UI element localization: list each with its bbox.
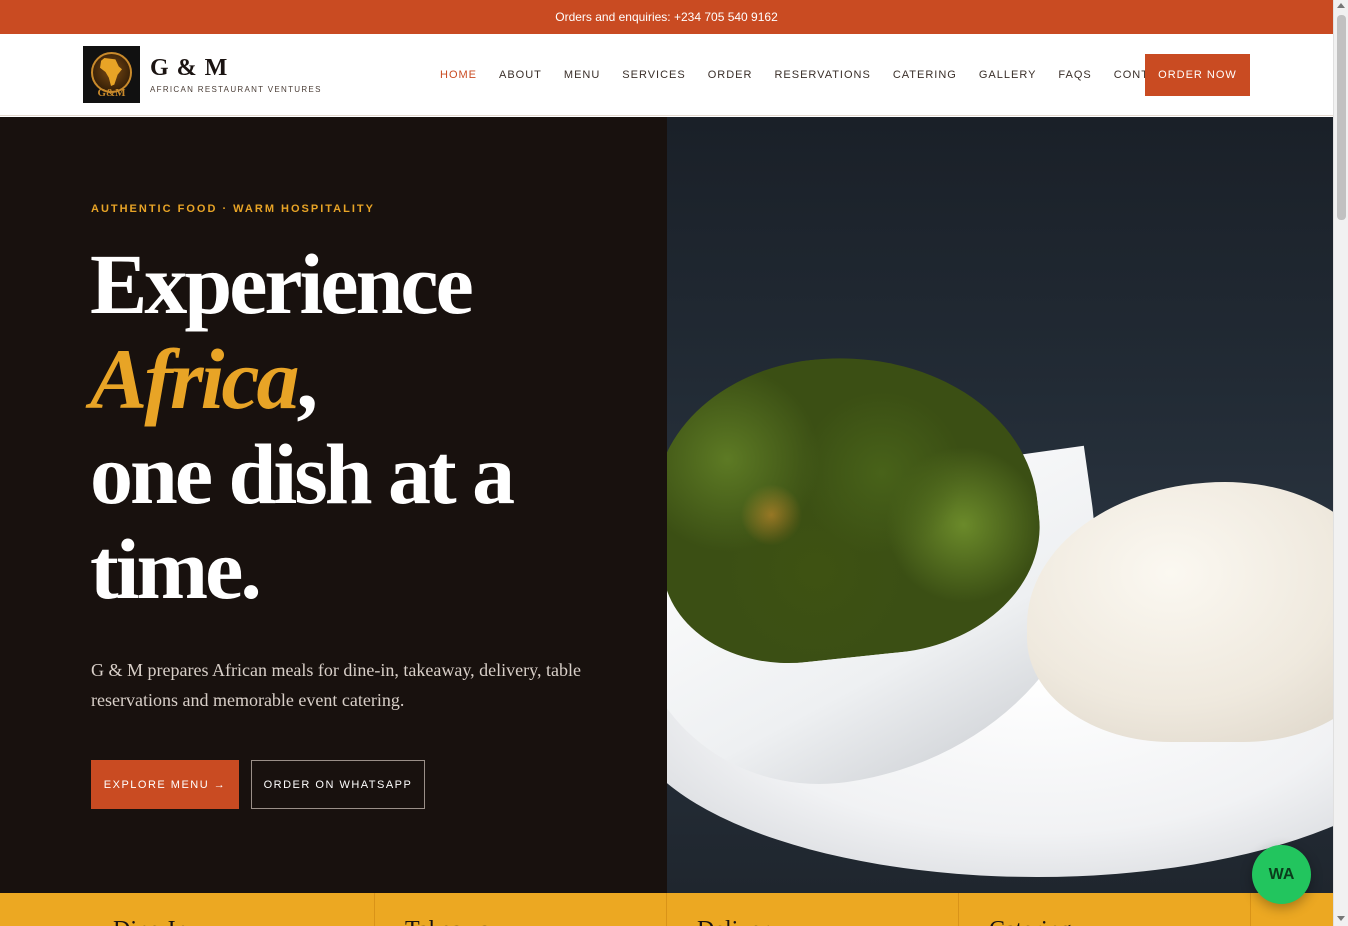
contact-phone-text: Orders and enquiries: +234 705 540 9162 [555,10,778,24]
page: Orders and enquiries: +234 705 540 9162 … [0,0,1333,926]
service-item-dine-in[interactable]: Dine-In [0,893,375,926]
logo-monogram: G&M [97,87,126,99]
services-strip: Dine-In Takeaway Delivery Catering [0,893,1333,926]
headline-line-4: time. [90,521,262,617]
nav-item-order[interactable]: ORDER [708,69,753,81]
site-header: G&M G & M AFRICAN RESTAURANT VENTURES HO… [0,34,1333,116]
nav-item-about[interactable]: ABOUT [499,69,542,81]
order-now-button[interactable]: ORDER NOW [1145,54,1250,96]
nav-item-home[interactable]: HOME [440,69,477,81]
hero-text-panel: AUTHENTIC FOOD · WARM HOSPITALITY Experi… [0,117,667,893]
headline-line-3: one dish at a [90,426,515,522]
brand-name: G & M [150,55,229,81]
headline-line-1: Experience [90,236,474,332]
logo-emblem-icon: G&M [83,46,140,103]
service-item-delivery[interactable]: Delivery [667,893,959,926]
main-nav: HOME ABOUT MENU SERVICES ORDER RESERVATI… [440,34,1195,116]
nav-item-menu[interactable]: MENU [564,69,600,81]
whatsapp-fab-button[interactable]: WA [1252,845,1311,904]
order-on-whatsapp-button[interactable]: ORDER ON WHATSAPP [251,760,425,809]
service-item-catering[interactable]: Catering [959,893,1251,926]
service-item-takeaway[interactable]: Takeaway [375,893,667,926]
scrollbar-thumb[interactable] [1337,15,1346,220]
nav-item-gallery[interactable]: GALLERY [979,69,1037,81]
page-scrollbar[interactable] [1333,0,1348,926]
top-announcement-bar: Orders and enquiries: +234 705 540 9162 [0,0,1333,34]
nav-item-services[interactable]: SERVICES [622,69,685,81]
hero-headline: Experience Africa, one dish at a time. [90,236,515,617]
scroll-up-arrow-icon[interactable] [1337,3,1345,8]
explore-menu-button[interactable]: EXPLORE MENU → [91,760,239,809]
hero-food-image [667,117,1333,893]
brand-tagline: AFRICAN RESTAURANT VENTURES [150,85,322,94]
headline-comma: , [296,331,318,427]
brand-logo[interactable]: G&M G & M AFRICAN RESTAURANT VENTURES [83,46,322,103]
nav-item-catering[interactable]: CATERING [893,69,957,81]
nav-item-reservations[interactable]: RESERVATIONS [774,69,870,81]
nav-item-faqs[interactable]: FAQS [1058,69,1091,81]
hero-eyebrow: AUTHENTIC FOOD · WARM HOSPITALITY [91,203,375,215]
hero-description: G & M prepares African meals for dine-in… [91,660,581,710]
headline-accent: Africa [90,331,300,427]
hero-section: AUTHENTIC FOOD · WARM HOSPITALITY Experi… [0,117,1333,893]
scroll-down-arrow-icon[interactable] [1337,916,1345,921]
